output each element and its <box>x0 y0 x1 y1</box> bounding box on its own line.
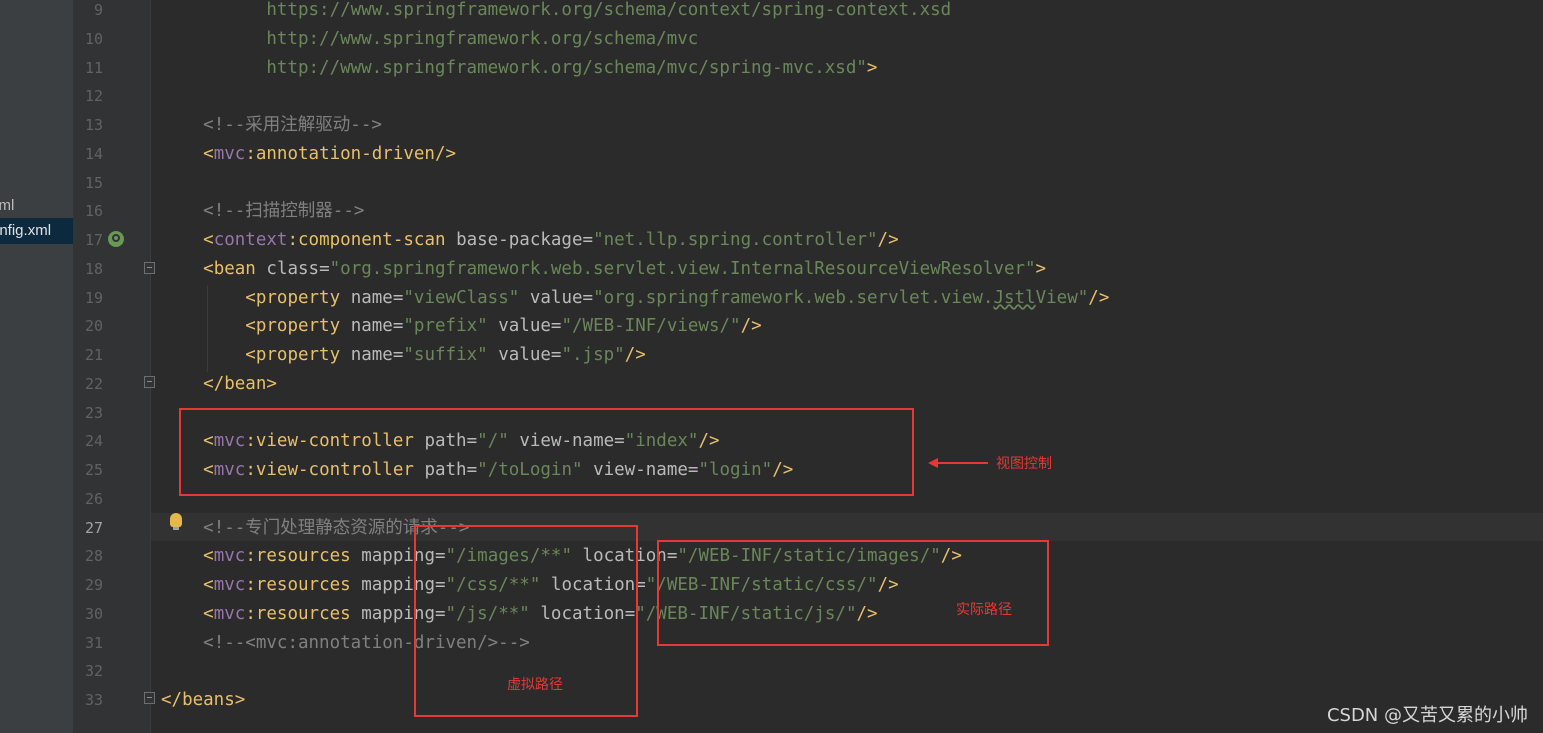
line-number: 10 <box>84 29 103 48</box>
line-number: 26 <box>84 489 103 508</box>
sidebar-item-xml[interactable]: xml <box>0 193 23 219</box>
code-line-18: <bean class="org.springframework.web.ser… <box>203 258 1047 279</box>
sidebar-item-label: xml <box>0 197 15 214</box>
code-line-14: <mvc:annotation-driven/> <box>203 143 457 164</box>
fold-icon[interactable] <box>144 376 155 388</box>
line-number: 19 <box>84 288 103 307</box>
code-line-27: <!--专门处理静态资源的请求--> <box>203 517 470 538</box>
code-line-19: <property name="viewClass" value="org.sp… <box>245 287 1110 308</box>
line-number: 25 <box>84 461 103 479</box>
line-number: 13 <box>84 116 103 134</box>
line-number: 20 <box>84 317 103 336</box>
line-number: 24 <box>84 432 103 451</box>
code-line-13: <!--采用注解驱动--> <box>203 115 382 135</box>
code-line-17: <context:component-scan base-package="ne… <box>203 230 899 250</box>
line-number: 12 <box>84 87 103 106</box>
line-number: 9 <box>93 1 103 19</box>
code-line-20: <property name="prefix" value="/WEB-INF/… <box>245 316 762 337</box>
code-line-16: <!--扫描控制器--> <box>203 201 365 222</box>
virtual-path-label: 虚拟路径 <box>507 677 563 693</box>
real-path-label: 实际路径 <box>956 602 1012 618</box>
line-number: 32 <box>84 662 103 681</box>
line-number: 17 <box>84 231 103 249</box>
fold-icon[interactable] <box>144 262 155 274</box>
code-line-9: https://www.springframework.org/schema/c… <box>266 0 952 20</box>
annotation-arrowhead <box>928 458 938 468</box>
sidebar-item-config-xml[interactable]: onfig.xml <box>0 218 73 244</box>
line-number: 11 <box>84 58 103 77</box>
view-control-label: 视图控制 <box>996 456 1052 472</box>
line-number: 18 <box>84 259 103 278</box>
line-number: 22 <box>84 374 103 393</box>
spring-bean-icon[interactable] <box>108 231 124 247</box>
line-number: 21 <box>84 346 103 364</box>
view-controller-highlight-box <box>179 408 914 496</box>
line-number: 23 <box>84 403 103 422</box>
project-sidebar: xml onfig.xml <box>0 0 73 733</box>
line-number: 28 <box>84 547 103 566</box>
line-number: 15 <box>84 173 103 192</box>
code-line-21: <property name="suffix" value=".jsp"/> <box>245 345 646 365</box>
line-number: 27 <box>84 518 103 537</box>
annotation-arrow <box>936 462 988 464</box>
code-line-11: http://www.springframework.org/schema/mv… <box>266 57 878 78</box>
sidebar-item-label: onfig.xml <box>0 222 52 239</box>
fold-icon[interactable] <box>144 692 155 704</box>
gutter-separator <box>150 0 151 733</box>
line-number: 33 <box>84 691 103 709</box>
line-number: 29 <box>84 576 103 594</box>
line-number: 14 <box>84 144 103 163</box>
line-number: 31 <box>84 633 103 652</box>
code-line-10: http://www.springframework.org/schema/mv… <box>266 28 699 49</box>
csdn-watermark: CSDN @又苦又累的小帅 <box>1326 705 1528 726</box>
real-path-highlight-box <box>657 540 1049 646</box>
line-number: 16 <box>84 202 103 221</box>
code-line-22: </bean> <box>203 373 277 394</box>
line-number: 30 <box>84 604 103 623</box>
